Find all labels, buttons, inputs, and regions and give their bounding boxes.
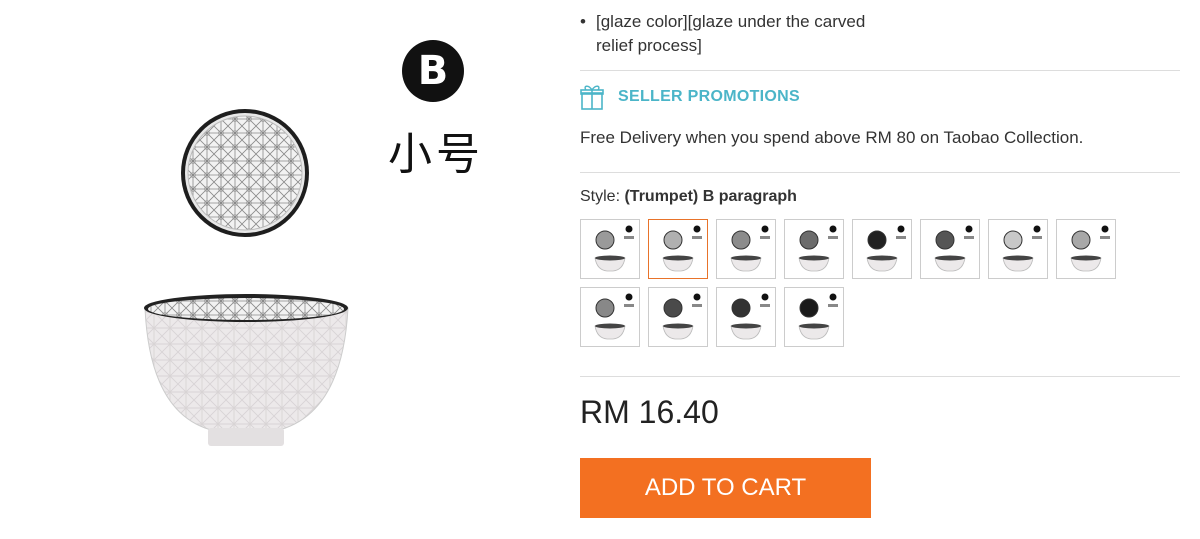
description-bullet: • [glaze color][glaze under the carved r… (580, 10, 870, 58)
promotions-header: SELLER PROMOTIONS (580, 84, 800, 110)
style-label: Style: (580, 188, 621, 205)
style-swatch[interactable] (716, 219, 776, 279)
product-image: B 小号 (130, 0, 530, 539)
style-badge: B (402, 40, 464, 102)
divider (580, 172, 1180, 173)
style-swatch[interactable] (716, 287, 776, 347)
style-swatch[interactable] (1056, 219, 1116, 279)
bullet-dot: • (580, 12, 586, 31)
style-swatch[interactable] (852, 219, 912, 279)
gift-icon (580, 84, 604, 110)
price: RM 16.40 (580, 394, 719, 430)
divider (580, 376, 1180, 377)
size-label: 小号 (388, 129, 484, 180)
promotions-title: SELLER PROMOTIONS (618, 88, 800, 105)
add-to-cart-button[interactable]: ADD TO CART (580, 458, 871, 518)
style-swatch[interactable] (784, 287, 844, 347)
divider (580, 70, 1180, 71)
bowl-illustration (144, 109, 349, 446)
style-swatch[interactable] (648, 219, 708, 279)
style-swatches (580, 219, 1140, 347)
promotion-text: Free Delivery when you spend above RM 80… (580, 128, 1084, 147)
style-swatch[interactable] (784, 219, 844, 279)
style-selection: Style: (Trumpet) B paragraph (580, 188, 797, 206)
style-selected-value: (Trumpet) B paragraph (624, 188, 797, 205)
style-swatch[interactable] (580, 287, 640, 347)
style-swatch[interactable] (648, 287, 708, 347)
style-swatch[interactable] (988, 219, 1048, 279)
style-swatch[interactable] (580, 219, 640, 279)
style-swatch[interactable] (920, 219, 980, 279)
bullet-text: [glaze color][glaze under the carved rel… (596, 12, 866, 55)
